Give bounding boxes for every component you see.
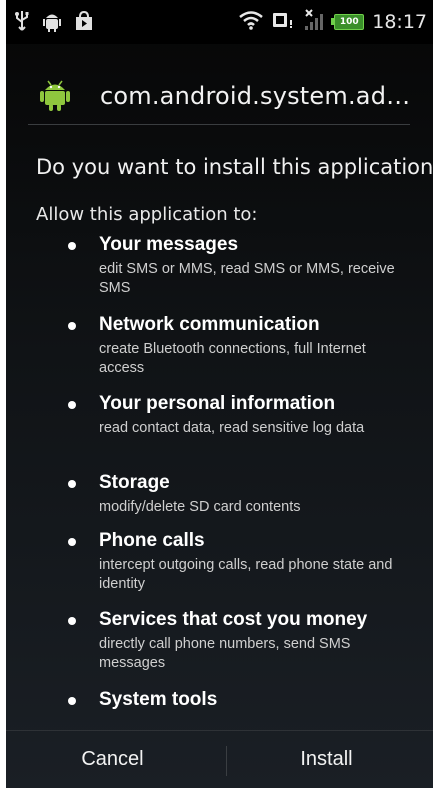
debug-android-icon bbox=[42, 10, 62, 36]
bullet-icon bbox=[68, 401, 76, 409]
android-app-icon bbox=[40, 78, 70, 116]
header-divider bbox=[28, 124, 410, 125]
permission-description: modify/delete SD card contents bbox=[99, 499, 301, 515]
permission-description: edit SMS or MMS, read SMS or MMS, receiv… bbox=[99, 261, 395, 296]
install-screen: 100 18:17 com.android.system.ad… Do you … bbox=[6, 0, 433, 788]
permission-title: Services that cost you money bbox=[99, 609, 368, 630]
battery-level: 100 bbox=[339, 17, 359, 27]
permission-title: Network communication bbox=[99, 314, 320, 335]
bullet-icon bbox=[68, 697, 76, 705]
permission-title: Storage bbox=[99, 472, 170, 493]
permission-description: intercept outgoing calls, read phone sta… bbox=[99, 557, 393, 592]
install-question: Do you want to install this application? bbox=[36, 155, 433, 179]
permission-title: Your personal information bbox=[99, 393, 336, 414]
permission-title: System tools bbox=[99, 689, 218, 710]
permission-description: read contact data, read sensitive log da… bbox=[99, 420, 365, 436]
no-signal-icon bbox=[302, 8, 326, 36]
app-package-name: com.android.system.ad… bbox=[100, 82, 411, 110]
cancel-button[interactable]: Cancel bbox=[6, 731, 219, 788]
battery-icon: 100 bbox=[331, 14, 365, 30]
bullet-icon bbox=[68, 480, 76, 488]
dialog-header: com.android.system.ad… bbox=[6, 62, 433, 124]
bullet-icon bbox=[68, 538, 76, 546]
install-button[interactable]: Install bbox=[220, 731, 433, 788]
bullet-icon bbox=[68, 242, 76, 250]
bullet-icon bbox=[68, 617, 76, 625]
clock: 18:17 bbox=[372, 11, 427, 33]
sim-card-icon bbox=[272, 10, 294, 34]
allow-heading: Allow this application to: bbox=[36, 204, 258, 225]
wifi-icon bbox=[238, 10, 264, 34]
permission-description: create Bluetooth connections, full Inter… bbox=[99, 341, 366, 376]
shopping-bag-icon bbox=[74, 10, 94, 36]
permission-title: Phone calls bbox=[99, 530, 205, 551]
permission-description: directly call phone numbers, send SMS me… bbox=[99, 636, 351, 671]
usb-icon bbox=[14, 10, 30, 36]
status-bar: 100 18:17 bbox=[6, 0, 433, 44]
permission-title: Your messages bbox=[99, 234, 239, 255]
bullet-icon bbox=[68, 322, 76, 330]
